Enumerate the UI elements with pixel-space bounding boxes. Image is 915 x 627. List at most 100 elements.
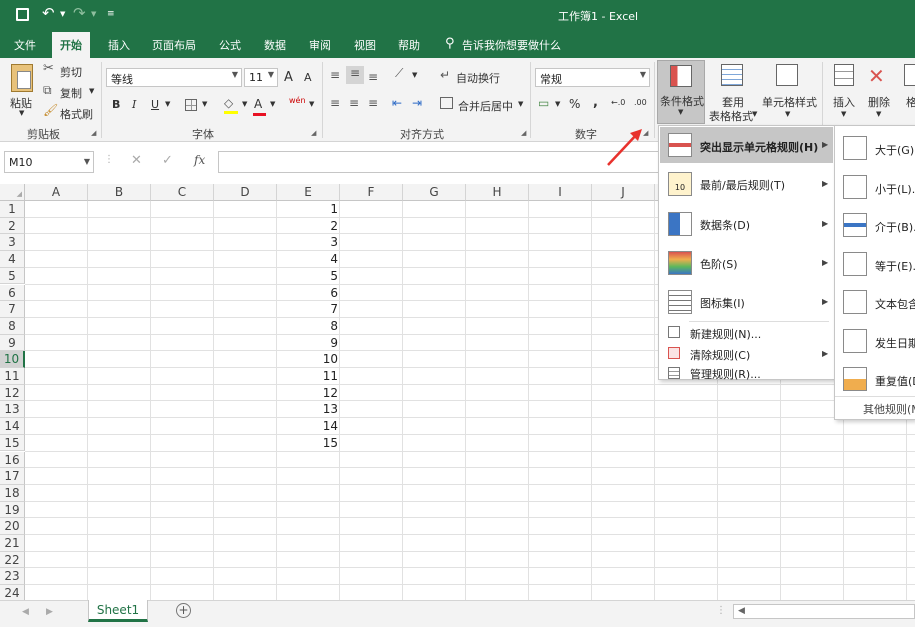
row-header-12[interactable]: 12 [0,384,25,402]
insert-dropdown-icon[interactable]: ▼ [841,110,846,118]
tab-file[interactable]: 文件 [14,37,36,53]
wrap-text-button[interactable]: 自动换行 [456,70,500,86]
phonetic-button[interactable]: wén [289,96,306,105]
cell-styles-button[interactable]: 单元格样式 [762,94,817,110]
paste-icon[interactable] [11,64,33,92]
cell-e8[interactable]: 8 [278,318,338,334]
submenu-item-text-contains[interactable]: 文本包含 [835,286,915,320]
cancel-icon[interactable]: ✕ [131,153,142,168]
submenu-item-less-than[interactable]: 小于(L)... [835,171,915,205]
row-header-4[interactable]: 4 [0,251,25,268]
tab-page-layout[interactable]: 页面布局 [152,37,196,53]
align-left-icon[interactable]: ≡ [330,96,340,110]
menu-item-icon-sets[interactable]: 图标集(I) ▶ [660,284,833,320]
column-header-a[interactable]: A [25,184,88,201]
clipboard-launcher-icon[interactable]: ◢ [91,129,96,137]
row-header-15[interactable]: 15 [0,434,25,452]
row-header-14[interactable]: 14 [0,418,25,435]
cut-button[interactable]: 剪切 [60,64,82,80]
scroll-left-icon[interactable]: ◀ [22,607,29,617]
column-header-d[interactable]: D [214,184,277,201]
bold-button[interactable]: B [112,98,120,111]
accounting-format-icon[interactable]: ▭ [538,96,549,110]
format-cells-button[interactable]: 格 [906,94,915,110]
cell-e15[interactable]: 15 [278,435,338,451]
format-as-table-dropdown-icon[interactable]: ▼ [752,110,757,118]
cell-e1[interactable]: 1 [278,201,338,217]
row-header-2[interactable]: 2 [0,217,25,235]
save-icon[interactable] [16,8,29,21]
cell-e10[interactable]: 10 [278,351,338,367]
menu-item-data-bars[interactable]: 数据条(D) ▶ [660,206,833,242]
cell-e9[interactable]: 9 [278,335,338,351]
row-header-3[interactable]: 3 [0,234,25,252]
font-name-select[interactable]: 等线 ▼ [106,68,242,87]
sheet-tab-sheet1[interactable]: Sheet1 [88,600,148,622]
insert-cells-button[interactable]: 插入 [833,94,855,110]
borders-dropdown-icon[interactable]: ▼ [202,100,207,108]
font-color-button[interactable]: A [254,97,262,111]
cell-e13[interactable]: 13 [278,401,338,417]
number-format-select[interactable]: 常规 ▼ [535,68,650,87]
row-header-9[interactable]: 9 [0,334,25,352]
cell-e11[interactable]: 11 [278,368,338,384]
row-header-24[interactable]: 24 [0,585,25,600]
select-all-corner[interactable]: ◢ [0,184,25,201]
merge-center-button[interactable]: 合并后居中 [458,98,513,114]
submenu-item-more-rules[interactable]: 其他规则(M) [863,401,915,417]
insert-function-button[interactable]: fx [194,153,205,167]
cell-e7[interactable]: 7 [278,301,338,317]
cell-e3[interactable]: 3 [278,234,338,250]
row-header-5[interactable]: 5 [0,267,25,285]
increase-decimal-button[interactable]: ←.0 [611,98,625,107]
shrink-font-button[interactable]: A [304,71,312,84]
fill-dropdown-icon[interactable]: ▼ [242,100,247,108]
row-header-19[interactable]: 19 [0,501,25,519]
tab-data[interactable]: 数据 [264,37,286,53]
menu-item-color-scales[interactable]: 色阶(S) ▶ [660,245,833,281]
row-header-8[interactable]: 8 [0,317,25,335]
column-header-g[interactable]: G [403,184,466,201]
menu-item-top-bottom[interactable]: 10 最前/最后规则(T) ▶ [660,166,833,202]
decrease-indent-icon[interactable]: ⇤ [392,96,402,110]
row-header-6[interactable]: 6 [0,284,25,302]
orientation-dropdown-icon[interactable]: ▼ [412,71,417,79]
grow-font-button[interactable]: A [284,70,293,85]
column-header-b[interactable]: B [88,184,151,201]
tab-formulas[interactable]: 公式 [219,37,241,53]
scroll-right-icon[interactable]: ▶ [46,607,53,617]
submenu-item-equal-to[interactable]: 等于(E)... [835,248,915,282]
cell-e6[interactable]: 6 [278,285,338,301]
tab-view[interactable]: 视图 [354,37,376,53]
cell-styles-dropdown-icon[interactable]: ▼ [785,110,790,118]
font-size-select[interactable]: 11 ▼ [244,68,278,87]
delete-cells-button[interactable]: 删除 [868,94,890,110]
cell-e2[interactable]: 2 [278,218,338,234]
underline-button[interactable]: U [151,98,159,111]
redo-icon[interactable]: ↷ [73,4,86,22]
italic-button[interactable]: I [132,98,136,111]
undo-dropdown-icon[interactable]: ▼ [60,10,65,18]
copy-dropdown-icon[interactable]: ▼ [89,87,94,95]
submenu-item-date-occurring[interactable]: 发生日期 [835,325,915,359]
increase-indent-icon[interactable]: ⇥ [412,96,422,110]
menu-item-clear-rules[interactable]: 清除规则(C) ▶ [660,344,833,364]
customize-qat-icon[interactable]: ≡ [107,9,115,19]
orientation-icon[interactable]: ⟋ [395,66,403,81]
accounting-dropdown-icon[interactable]: ▼ [555,100,560,108]
row-header-20[interactable]: 20 [0,518,25,535]
tell-me-box[interactable]: 告诉我你想要做什么 [462,37,561,53]
align-bottom-icon[interactable]: ≡ [368,70,378,84]
column-header-h[interactable]: H [466,184,529,201]
tab-home[interactable]: 开始 [52,32,90,58]
cell-e5[interactable]: 5 [278,268,338,284]
tab-review[interactable]: 审阅 [309,37,331,53]
alignment-launcher-icon[interactable]: ◢ [521,129,526,137]
tab-insert[interactable]: 插入 [108,37,130,53]
row-header-11[interactable]: 11 [0,368,25,385]
cell-e14[interactable]: 14 [278,418,338,434]
font-launcher-icon[interactable]: ◢ [311,129,316,137]
enter-check-icon[interactable]: ✓ [162,153,173,168]
submenu-item-greater-than[interactable]: 大于(G)... [835,132,915,166]
row-header-13[interactable]: 13 [0,401,25,419]
